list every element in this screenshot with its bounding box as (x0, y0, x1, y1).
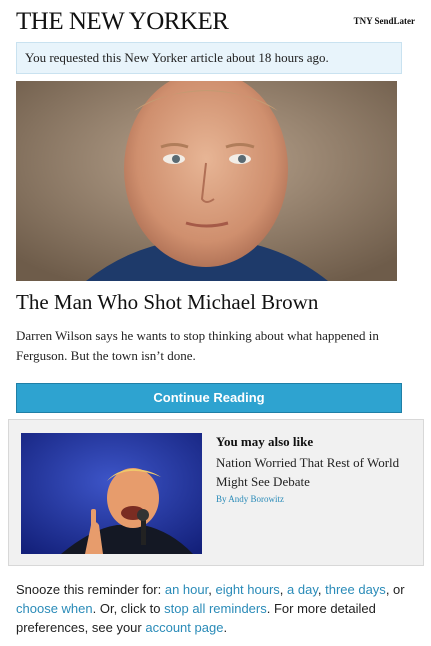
footer-text: . Or, click to (92, 601, 165, 616)
footer-text: , or (385, 582, 405, 597)
snooze-three-days-link[interactable]: three days (325, 582, 386, 597)
related-byline-link[interactable]: By Andy Borowitz (216, 494, 406, 504)
choose-when-link[interactable]: choose when (16, 601, 93, 616)
footer-separator: , (279, 582, 288, 597)
related-article-text: You may also like Nation Worried That Re… (216, 434, 406, 504)
related-article-image[interactable] (21, 433, 202, 554)
snooze-day-link[interactable]: a day (287, 582, 318, 597)
snooze-footer: Snooze this reminder for: an hour, eight… (16, 580, 416, 637)
sendlater-tag: TNY SendLater (353, 16, 415, 26)
hero-portrait-image[interactable] (16, 81, 397, 281)
email-header: THE NEW YORKER TNY SendLater (16, 8, 415, 36)
request-notice: You requested this New Yorker article ab… (16, 42, 402, 74)
related-article-card: You may also like Nation Worried That Re… (8, 419, 424, 566)
related-heading: You may also like (216, 434, 314, 449)
stop-reminders-link[interactable]: stop all reminders (164, 601, 267, 616)
footer-text: Snooze this reminder for: (16, 582, 165, 597)
related-article-link[interactable]: Nation Worried That Rest of World Might … (216, 453, 406, 491)
portrait-photo (16, 81, 397, 281)
snooze-hour-link[interactable]: an hour (165, 582, 208, 597)
snooze-eight-hours-link[interactable]: eight hours (215, 582, 279, 597)
continue-reading-button[interactable]: Continue Reading (16, 383, 402, 413)
new-yorker-logo[interactable]: THE NEW YORKER (16, 8, 229, 36)
related-photo (21, 433, 202, 554)
account-page-link[interactable]: account page (145, 620, 223, 635)
article-dek: Darren Wilson says he wants to stop thin… (16, 328, 379, 363)
article-title[interactable]: The Man Who Shot Michael Brown (16, 290, 318, 315)
footer-text: . (223, 620, 228, 635)
